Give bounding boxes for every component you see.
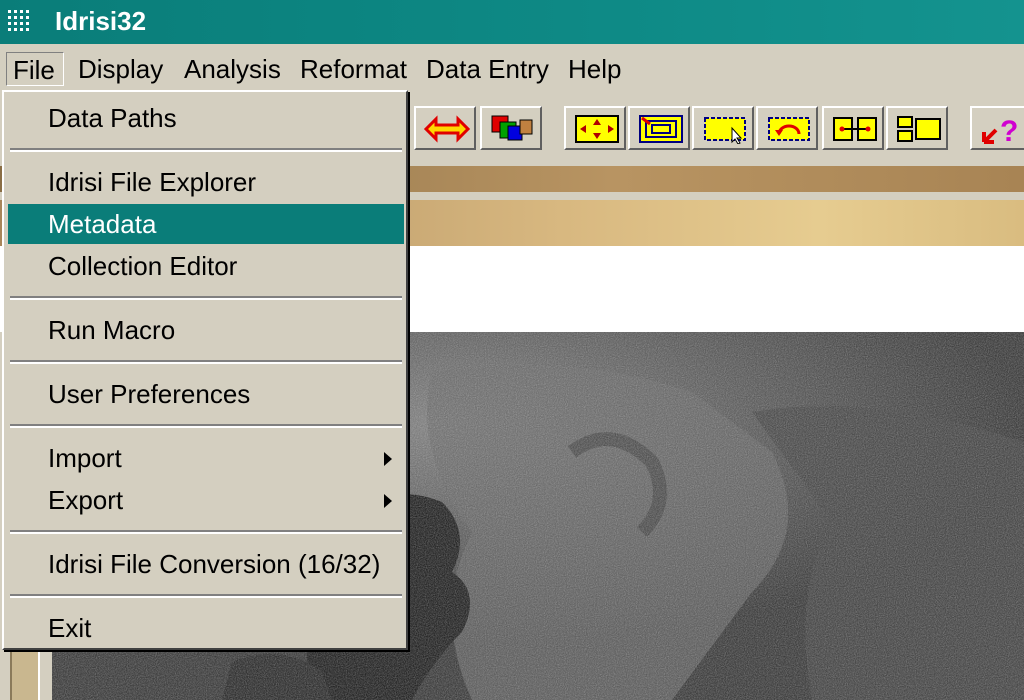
menu-separator — [10, 424, 402, 428]
composite-button[interactable] — [628, 106, 690, 150]
submenu-arrow-icon — [384, 452, 392, 466]
restore-view-button[interactable] — [756, 106, 818, 150]
link-button[interactable] — [822, 106, 884, 150]
layer-stack-icon — [491, 115, 533, 141]
zoom-window-button[interactable] — [692, 106, 754, 150]
menu-separator — [10, 530, 402, 534]
menu-help[interactable]: Help — [562, 52, 627, 86]
context-help-button[interactable]: ? — [970, 106, 1024, 150]
pan-button[interactable] — [414, 106, 476, 150]
zoom-extent-icon — [575, 115, 619, 143]
menu-item-exit[interactable]: Exit — [8, 608, 404, 648]
menu-item-metadata[interactable]: Metadata — [8, 204, 404, 244]
menu-item-collection-editor[interactable]: Collection Editor — [8, 246, 404, 286]
idrisi-app-icon[interactable] — [6, 8, 36, 38]
menu-item-user-preferences[interactable]: User Preferences — [8, 374, 404, 414]
menu-item-file-conversion[interactable]: Idrisi File Conversion (16/32) — [8, 544, 404, 584]
menu-item-import-label: Import — [48, 443, 122, 473]
submenu-arrow-icon — [384, 494, 392, 508]
window-title: Idrisi32 — [55, 6, 147, 36]
composite-frames-icon — [639, 115, 683, 143]
link-nodes-icon — [833, 117, 877, 141]
menu-separator — [10, 360, 402, 364]
title-bar: Idrisi32 — [0, 0, 1024, 44]
group-boxes-icon — [897, 116, 941, 142]
file-menu-dropdown: Data Paths Idrisi File Explorer Metadata… — [2, 90, 408, 650]
menu-display[interactable]: Display — [72, 52, 169, 86]
menu-item-export-label: Export — [48, 485, 124, 515]
menu-data-entry[interactable]: Data Entry — [420, 52, 555, 86]
menu-reformat[interactable]: Reformat — [294, 52, 413, 86]
menu-file[interactable]: File — [6, 52, 64, 86]
menu-item-run-macro[interactable]: Run Macro — [8, 310, 404, 350]
zoom-extent-button[interactable] — [564, 106, 626, 150]
zoom-window-icon — [704, 117, 746, 144]
menu-item-export[interactable]: Export — [8, 480, 404, 520]
menu-separator — [10, 296, 402, 300]
group-button[interactable] — [886, 106, 948, 150]
svg-text:?: ? — [1000, 115, 1018, 144]
pan-arrows-icon — [424, 115, 470, 143]
menu-separator — [10, 148, 402, 152]
layers-button[interactable] — [480, 106, 542, 150]
menu-item-data-paths[interactable]: Data Paths — [8, 98, 404, 138]
restore-view-icon — [768, 117, 810, 141]
menu-analysis[interactable]: Analysis — [178, 52, 287, 86]
menu-item-import[interactable]: Import — [8, 438, 404, 478]
menu-item-file-explorer[interactable]: Idrisi File Explorer — [8, 162, 404, 202]
menu-separator — [10, 594, 402, 598]
menu-bar: File Display Analysis Reformat Data Entr… — [0, 44, 1024, 92]
context-help-icon: ? — [982, 115, 1018, 144]
